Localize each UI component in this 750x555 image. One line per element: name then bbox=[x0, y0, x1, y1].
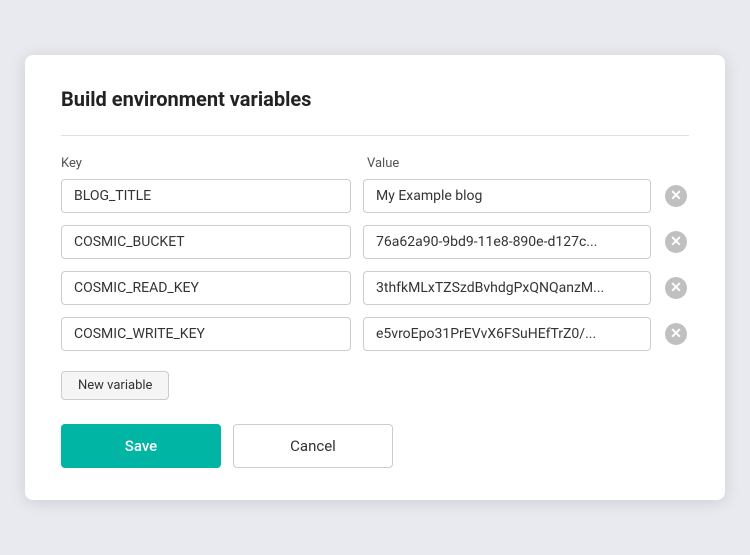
value-input-1[interactable] bbox=[363, 225, 651, 259]
action-buttons: Save Cancel bbox=[61, 424, 689, 468]
remove-button-0[interactable]: ✕ bbox=[663, 183, 689, 209]
new-variable-button[interactable]: New variable bbox=[61, 371, 169, 400]
key-column-label: Key bbox=[61, 156, 351, 171]
key-input-2[interactable] bbox=[61, 271, 351, 305]
key-input-0[interactable] bbox=[61, 179, 351, 213]
remove-button-3[interactable]: ✕ bbox=[663, 321, 689, 347]
modal-title: Build environment variables bbox=[61, 87, 689, 111]
env-row: ✕ bbox=[61, 271, 689, 305]
remove-button-2[interactable]: ✕ bbox=[663, 275, 689, 301]
divider bbox=[61, 135, 689, 136]
value-input-0[interactable] bbox=[363, 179, 651, 213]
value-input-3[interactable] bbox=[363, 317, 651, 351]
close-icon: ✕ bbox=[665, 277, 687, 299]
key-input-3[interactable] bbox=[61, 317, 351, 351]
env-row: ✕ bbox=[61, 179, 689, 213]
close-icon: ✕ bbox=[665, 185, 687, 207]
env-rows: ✕ ✕ ✕ ✕ bbox=[61, 179, 689, 351]
env-row: ✕ bbox=[61, 317, 689, 351]
remove-button-1[interactable]: ✕ bbox=[663, 229, 689, 255]
build-env-modal: Build environment variables Key Value ✕ … bbox=[25, 55, 725, 500]
close-icon: ✕ bbox=[665, 323, 687, 345]
save-button[interactable]: Save bbox=[61, 424, 221, 468]
cancel-button[interactable]: Cancel bbox=[233, 424, 393, 468]
column-labels: Key Value bbox=[61, 156, 689, 171]
close-icon: ✕ bbox=[665, 231, 687, 253]
key-input-1[interactable] bbox=[61, 225, 351, 259]
value-input-2[interactable] bbox=[363, 271, 651, 305]
env-row: ✕ bbox=[61, 225, 689, 259]
value-column-label: Value bbox=[367, 156, 689, 171]
